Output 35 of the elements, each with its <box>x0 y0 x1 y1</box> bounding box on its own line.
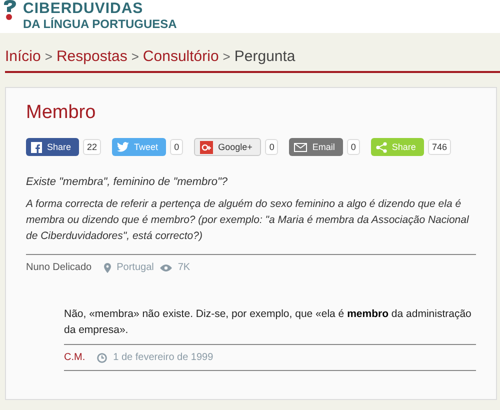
breadcrumb-separator: > <box>131 49 139 64</box>
breadcrumb-link[interactable]: Consultório <box>142 48 219 65</box>
facebook-icon <box>31 142 42 152</box>
breadcrumb-current: Pergunta <box>234 48 296 65</box>
share-count: 0 <box>265 139 278 155</box>
clock-icon <box>97 352 108 362</box>
answer-text: Não, «membra» não existe. Diz-se, por exemplo, que «ela é membro da administração da empresa». <box>64 307 472 338</box>
share-count: 22 <box>83 139 102 155</box>
share-count: 746 <box>428 139 451 155</box>
share-button[interactable]: Email <box>289 138 343 156</box>
logo-tagline: DA LÍNGUA PORTUGUESA <box>23 17 177 31</box>
eye-icon <box>160 264 172 272</box>
logo-name: CIBERDUVIDAS <box>23 1 144 17</box>
share-icon <box>376 142 387 152</box>
question-text: A forma correcta de referir a pertença de alguém do sexo feminino a algo é dizendo que ela é membra ou dizendo que é membro? (por exemplo: "a Maria é membra da Associação Nacional de Ciberduvidadores", está correcto?) <box>26 197 470 244</box>
google-plus-icon <box>200 140 214 154</box>
question-subject: Existe "membra", feminino de "membro"? <box>26 176 228 188</box>
logo-icon <box>3 0 17 22</box>
share-count: 0 <box>346 139 360 155</box>
view-count: 7K <box>178 262 190 273</box>
breadcrumb-link[interactable]: Respostas <box>56 48 128 65</box>
question-author: Nuno Delicado <box>26 262 92 273</box>
breadcrumb-link[interactable]: Início <box>5 48 41 65</box>
location-pin-icon <box>104 262 111 272</box>
breadcrumb-separator: > <box>44 49 52 64</box>
breadcrumb-separator: > <box>222 49 230 64</box>
bird-icon <box>117 142 130 152</box>
question-country: Portugal <box>116 262 154 273</box>
share-button[interactable]: Google+ <box>194 138 262 156</box>
answer-date: 1 de fevereiro de 1999 <box>113 352 214 363</box>
answer-author: C.M. <box>64 352 86 363</box>
share-count: 0 <box>170 139 184 155</box>
envelope-icon <box>294 142 308 152</box>
page-title: Membro <box>26 102 97 124</box>
share-button[interactable]: Share <box>26 138 80 156</box>
